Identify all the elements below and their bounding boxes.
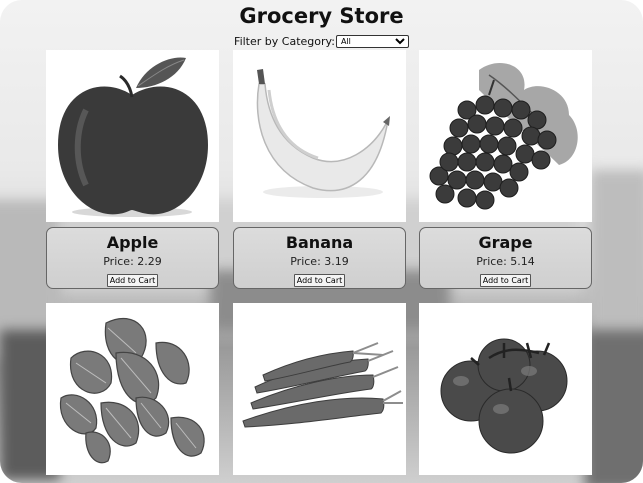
banana-image [233, 50, 406, 222]
spinach-image [46, 303, 219, 475]
filter-label: Filter by Category: [234, 35, 335, 48]
product-price: Price: 3.19 [290, 255, 349, 268]
product-info: Banana Price: 3.19 Add to Cart [233, 227, 406, 289]
product-price: Price: 5.14 [476, 255, 535, 268]
tomato-image [419, 303, 592, 475]
product-info: Apple Price: 2.29 Add to Cart [46, 227, 219, 289]
product-name: Banana [285, 233, 354, 252]
product-info: Grape Price: 5.14 Add to Cart [419, 227, 592, 289]
page-title: Grocery Store [239, 4, 404, 28]
add-to-cart-button[interactable]: Add to Cart [479, 274, 532, 287]
grape-image [419, 50, 592, 222]
category-select[interactable]: All [335, 35, 409, 48]
add-to-cart-button[interactable]: Add to Cart [106, 274, 159, 287]
product-name: Grape [478, 233, 533, 252]
apple-image [46, 50, 219, 222]
product-price: Price: 2.29 [103, 255, 162, 268]
add-to-cart-button[interactable]: Add to Cart [293, 274, 346, 287]
category-filter: Filter by Category: All [0, 35, 643, 48]
carrot-image [233, 303, 406, 475]
product-name: Apple [106, 233, 159, 252]
